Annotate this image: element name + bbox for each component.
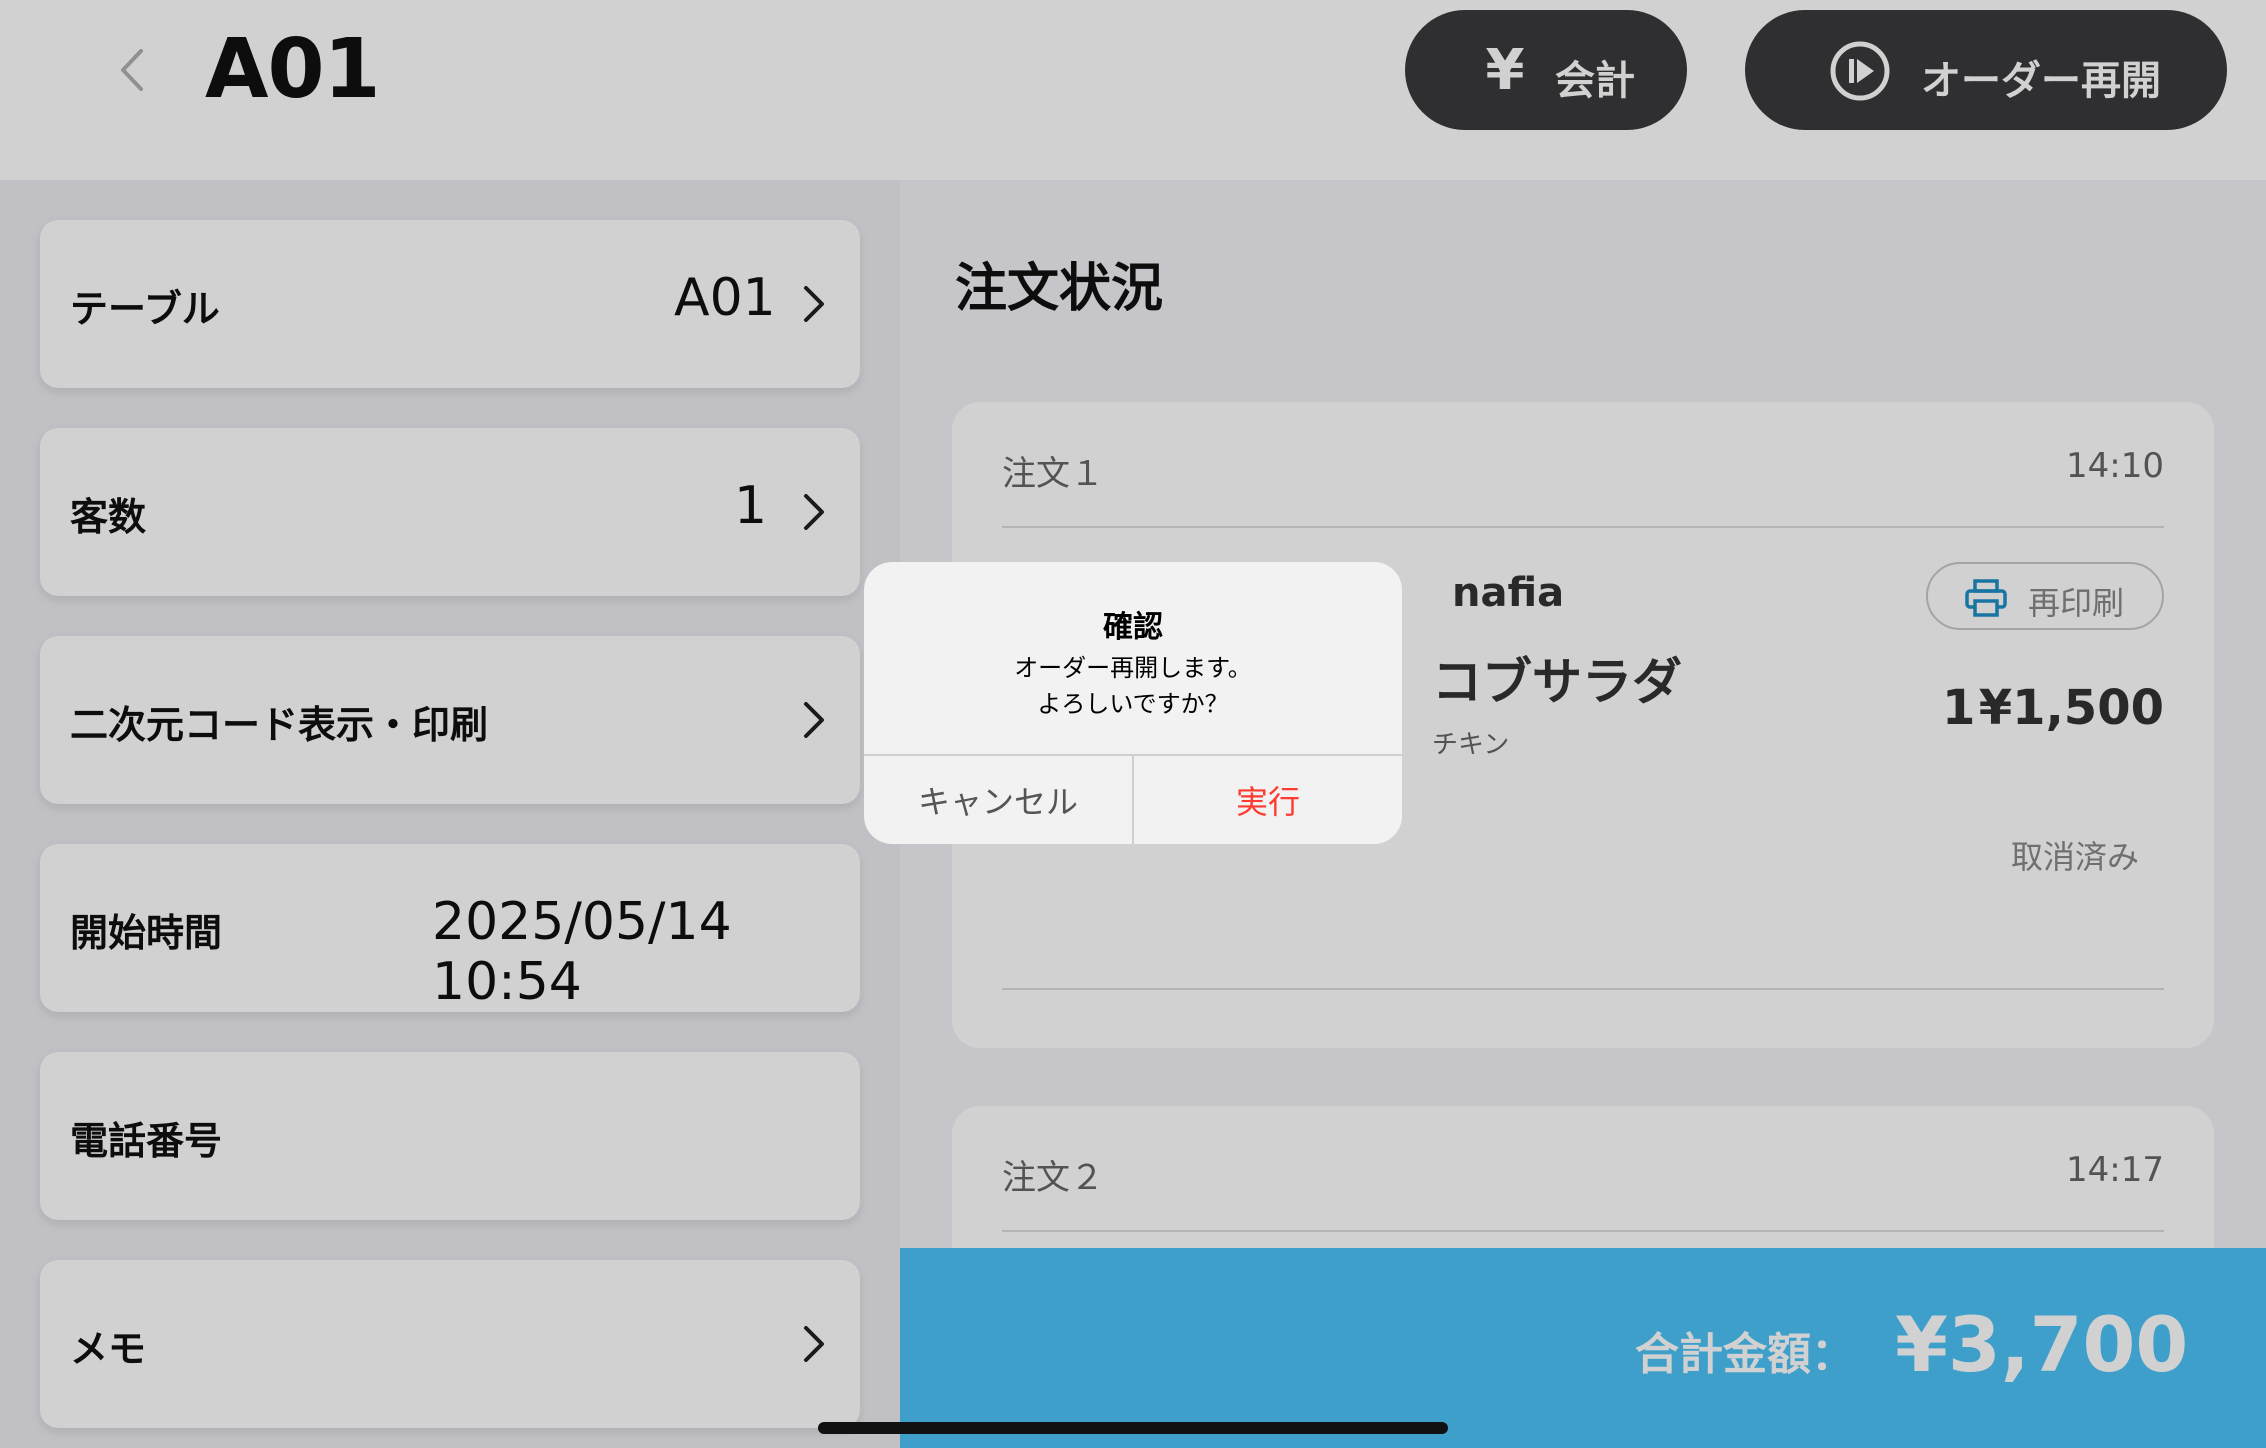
confirm-dialog: 確認 オーダー再開します。 よろしいですか？ キャンセル 実行	[864, 562, 1402, 844]
dialog-message: オーダー再開します。 よろしいですか？	[864, 650, 1402, 722]
home-indicator[interactable]	[818, 1422, 1448, 1434]
cancel-button[interactable]: キャンセル	[864, 756, 1132, 844]
dialog-message-line: オーダー再開します。	[1014, 654, 1252, 682]
confirm-button[interactable]: 実行	[1134, 756, 1402, 844]
dialog-title: 確認	[1103, 610, 1163, 645]
dialog-message-line: よろしいですか？	[1037, 690, 1229, 718]
